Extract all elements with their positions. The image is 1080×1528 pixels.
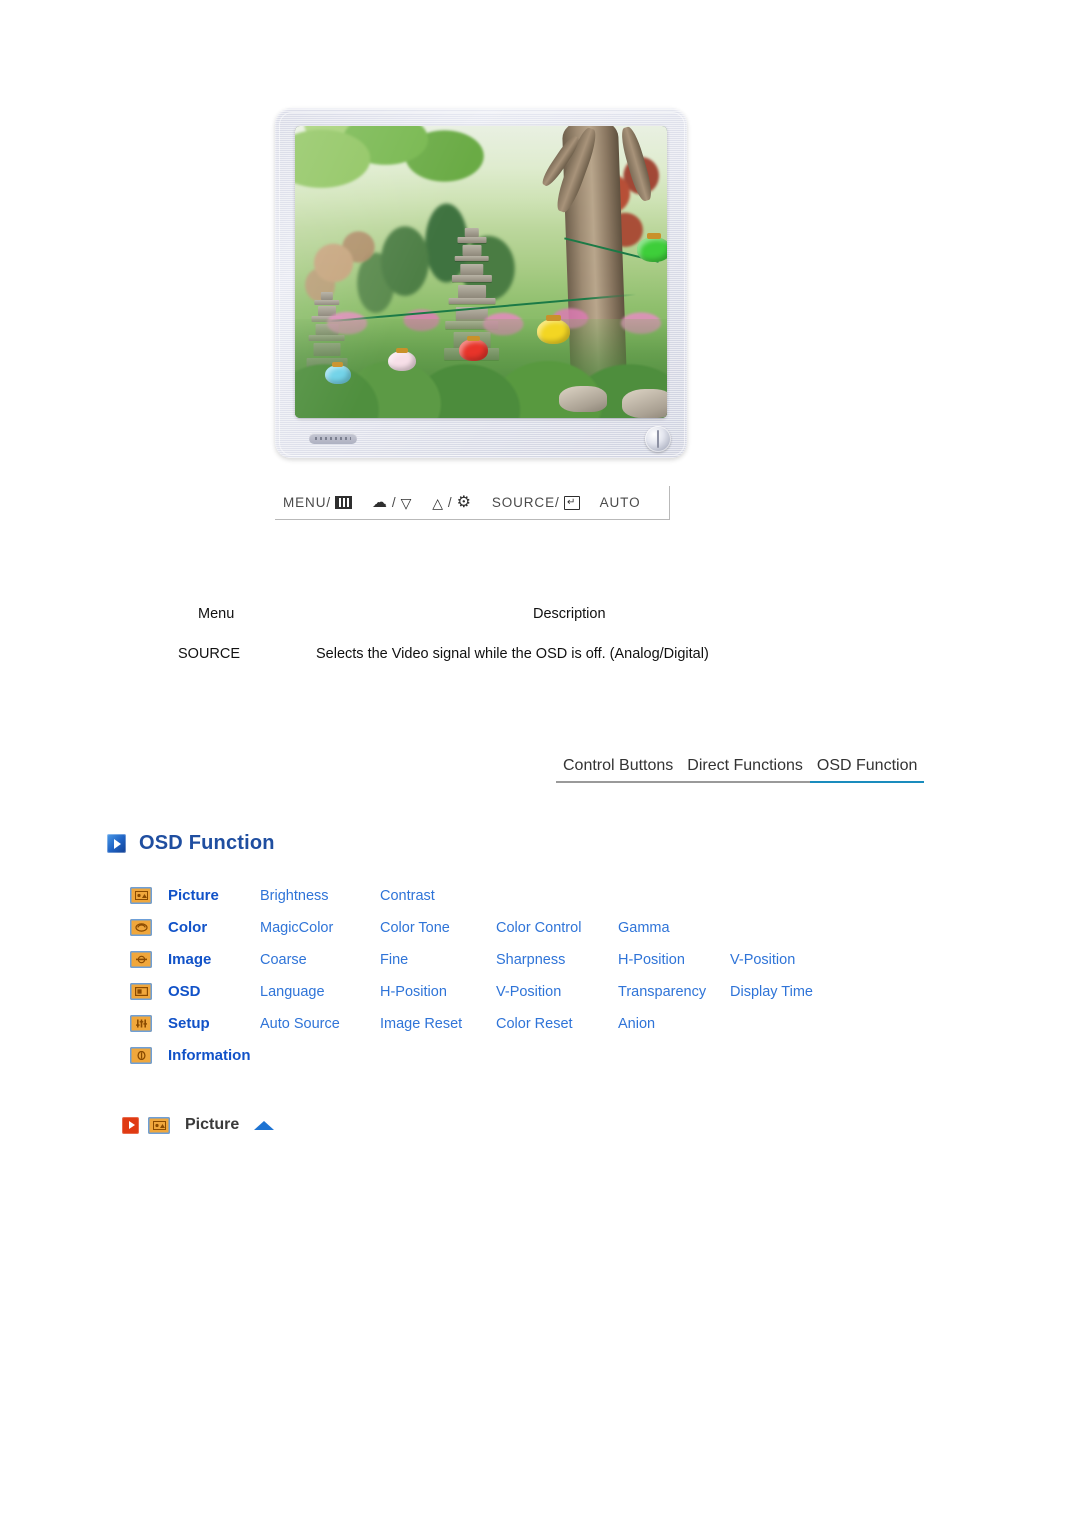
osd-menu-row-color: Color MagicColor Color Tone Color Contro…	[130, 912, 1030, 944]
osd-submenu-v-position[interactable]: V-Position	[730, 944, 795, 976]
osd-menu-label-color[interactable]: Color	[168, 912, 207, 944]
osd-submenu-color-control[interactable]: Color Control	[496, 912, 581, 944]
cell-menu-description: Selects the Video signal while the OSD i…	[316, 646, 709, 662]
up-triangle-icon[interactable]	[254, 1120, 275, 1130]
osd-menu-row-picture: Picture Brightness Contrast	[130, 880, 1030, 912]
osd-submenu-auto-source[interactable]: Auto Source	[260, 1008, 340, 1040]
osd-submenu-image-reset[interactable]: Image Reset	[380, 1008, 462, 1040]
monitor-power-knob	[645, 426, 671, 452]
enter-icon: ↵	[563, 495, 580, 510]
osd-submenu-brightness[interactable]: Brightness	[260, 880, 329, 912]
osd-menu-row-image: Image Coarse Fine Sharpness H-Position V…	[130, 944, 1030, 976]
osd-menu-label-information[interactable]: Information	[168, 1040, 251, 1072]
up-arrow-icon: △	[432, 494, 444, 511]
osd-function-heading: OSD Function	[107, 832, 275, 855]
legend-menu: MENU/	[283, 495, 352, 510]
osd-submenu-magiccolor[interactable]: MagicColor	[260, 912, 333, 944]
osd-menu-row-information: Information	[130, 1040, 1030, 1072]
picture-icon	[130, 887, 152, 904]
cell-menu-name: SOURCE	[178, 646, 241, 662]
osd-submenu-fine[interactable]: Fine	[380, 944, 408, 976]
legend-brightness-label: /	[391, 495, 397, 510]
menu-icon	[335, 496, 352, 509]
screen-rock	[559, 385, 608, 413]
screen-lantern-pink	[388, 347, 416, 372]
osd-submenu-contrast[interactable]: Contrast	[380, 880, 435, 912]
table-row: SOURCE Selects the Video signal while th…	[178, 646, 818, 676]
blue-play-icon	[107, 834, 126, 853]
picture-icon	[148, 1116, 170, 1134]
column-header-menu: Menu	[198, 606, 235, 622]
osd-menu-label-setup[interactable]: Setup	[168, 1008, 210, 1040]
page-title: OSD Function	[139, 832, 275, 854]
red-play-icon	[122, 1116, 139, 1134]
information-icon	[130, 1047, 152, 1064]
tab-osd-function[interactable]: OSD Function	[809, 757, 925, 783]
legend-up-magiccolor: △ / ⚙	[432, 493, 472, 511]
osd-submenu-anion[interactable]: Anion	[618, 1008, 655, 1040]
osd-submenu-transparency[interactable]: Transparency	[618, 976, 706, 1008]
screen-rock	[622, 388, 667, 418]
screen-lantern-red	[458, 335, 489, 362]
osd-menu-label-osd[interactable]: OSD	[168, 976, 201, 1008]
brightness-icon: ☁	[372, 494, 388, 511]
osd-submenu-gamma[interactable]: Gamma	[618, 912, 670, 944]
tab-direct-functions[interactable]: Direct Functions	[680, 757, 810, 783]
legend-auto-label: AUTO	[599, 495, 641, 510]
osd-submenu-v-position[interactable]: V-Position	[496, 976, 561, 1008]
osd-submenu-h-position[interactable]: H-Position	[380, 976, 447, 1008]
tab-control-buttons[interactable]: Control Buttons	[556, 757, 681, 783]
legend-magiccolor-label: /	[447, 495, 453, 510]
osd-menu-row-osd: OSD Language H-Position V-Position Trans…	[130, 976, 1030, 1008]
column-header-description: Description	[533, 606, 606, 622]
osd-menu-table: Picture Brightness Contrast Color MagicC…	[130, 880, 1030, 1072]
legend-auto: AUTO	[600, 495, 641, 510]
monitor-bezel	[275, 108, 687, 458]
osd-submenu-display-time[interactable]: Display Time	[730, 976, 813, 1008]
osd-submenu-sharpness[interactable]: Sharpness	[496, 944, 565, 976]
screen-lantern-yellow	[536, 314, 571, 344]
screen-lantern-blue	[324, 362, 351, 385]
osd-menu-label-picture[interactable]: Picture	[168, 880, 219, 912]
osd-submenu-h-position[interactable]: H-Position	[618, 944, 685, 976]
osd-menu-label-image[interactable]: Image	[168, 944, 211, 976]
legend-source-label: SOURCE/	[491, 495, 560, 510]
osd-submenu-color-tone[interactable]: Color Tone	[380, 912, 450, 944]
setup-icon	[130, 1015, 152, 1032]
osd-window-icon	[130, 983, 152, 1000]
legend-brightness-down: ☁ / ▽	[372, 495, 412, 510]
color-icon	[130, 919, 152, 936]
image-icon	[130, 951, 152, 968]
down-arrow-icon: ▽	[400, 494, 413, 511]
menu-description-table: Menu Description SOURCE Selects the Vide…	[178, 606, 818, 676]
section-tab-bar[interactable]: Control Buttons Direct Functions OSD Fun…	[556, 757, 925, 783]
legend-menu-label: MENU/	[283, 495, 331, 510]
monitor-brand-plate	[309, 433, 357, 444]
osd-submenu-color-reset[interactable]: Color Reset	[496, 1008, 573, 1040]
monitor-illustration	[275, 108, 687, 458]
osd-menu-row-setup: Setup Auto Source Image Reset Color Rese…	[130, 1008, 1030, 1040]
control-button-legend: MENU/ ☁ / ▽ △ / ⚙ SOURCE/ ↵ AUTO	[275, 486, 670, 520]
table-header-row: Menu Description	[178, 606, 818, 646]
monitor-screen	[295, 126, 667, 418]
screen-hedge-bushes	[295, 318, 667, 418]
picture-section-title: Picture	[185, 1116, 240, 1133]
gear-icon: ⚙	[456, 493, 472, 511]
screen-lantern-green	[637, 232, 667, 262]
osd-submenu-language[interactable]: Language	[260, 976, 325, 1008]
picture-section-heading: Picture	[122, 1116, 275, 1134]
osd-submenu-coarse[interactable]: Coarse	[260, 944, 307, 976]
legend-source-enter: SOURCE/ ↵	[492, 495, 580, 510]
